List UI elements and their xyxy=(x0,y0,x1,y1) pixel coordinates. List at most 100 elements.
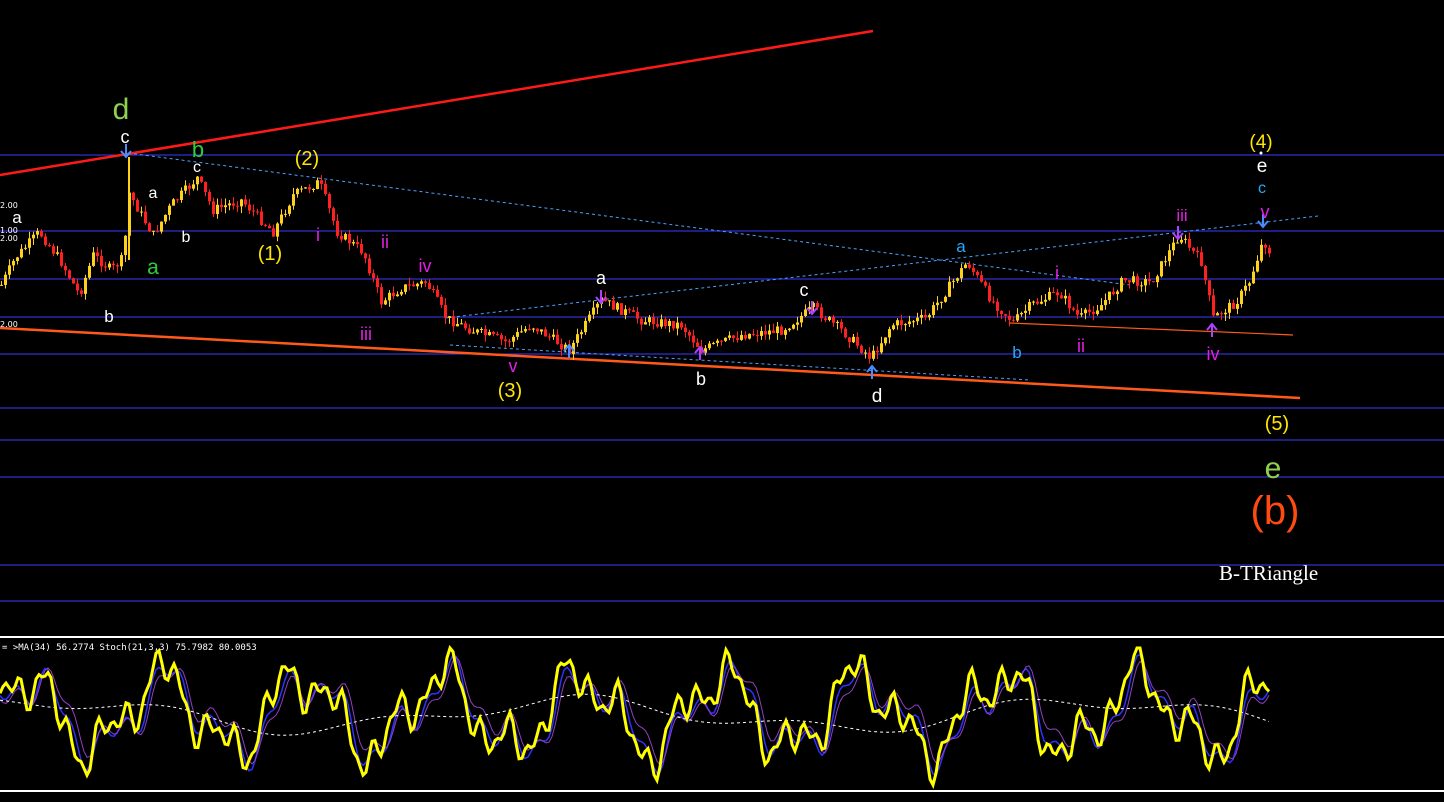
wave-label: d xyxy=(113,93,130,126)
candle-body xyxy=(1052,291,1055,293)
candle-body xyxy=(1208,280,1211,296)
wave-label: b xyxy=(104,307,113,326)
candle-body xyxy=(856,336,859,346)
candle-body xyxy=(372,273,375,279)
candle-body xyxy=(304,187,307,189)
wave-label: b xyxy=(696,369,706,389)
candle-body xyxy=(1164,261,1167,263)
candle-body xyxy=(696,342,699,347)
candle-body xyxy=(632,310,635,312)
candle-body xyxy=(368,258,371,274)
candle-body xyxy=(520,331,523,333)
candle-body xyxy=(300,188,303,190)
candle-body xyxy=(920,314,923,318)
candle-body xyxy=(612,300,615,310)
candle-body xyxy=(840,321,843,329)
candle-body xyxy=(1056,292,1059,296)
candle-body xyxy=(1244,285,1247,291)
candle-body xyxy=(1076,309,1079,315)
candle-body xyxy=(52,246,55,254)
candle-body xyxy=(480,328,483,330)
candle-body xyxy=(728,335,731,338)
pattern-title: B-TRiangle xyxy=(1219,561,1319,585)
candle-body xyxy=(104,266,107,268)
wave-label: iv xyxy=(1207,344,1220,364)
lower-trendline xyxy=(0,326,1301,400)
candle-body xyxy=(296,188,299,195)
wave-label: i xyxy=(1055,263,1059,283)
candle-body xyxy=(688,332,691,336)
wave-label: i xyxy=(316,225,320,245)
candle-body xyxy=(32,234,35,239)
candle-body xyxy=(424,281,427,283)
candle-body xyxy=(180,190,183,201)
price-tick: 2.00 xyxy=(0,234,18,243)
candle-body xyxy=(576,334,579,343)
candle-body xyxy=(1180,239,1183,243)
candle-body xyxy=(124,235,127,256)
candle-body xyxy=(152,230,155,232)
candle-body xyxy=(912,321,915,323)
candle-body xyxy=(336,220,339,236)
chart-window[interactable]: d c b a b a c a b (1) (2) i ii iii iv v (3) a b c d a b i ii iii i… xyxy=(0,0,1444,797)
candle-body xyxy=(276,223,279,237)
candle-body xyxy=(992,301,995,303)
candle-body xyxy=(772,330,775,334)
candle-body xyxy=(1088,309,1091,312)
candle-body xyxy=(1012,319,1015,321)
channel-line-dotted xyxy=(449,344,1031,381)
wave-label: e xyxy=(1265,452,1282,485)
candle-body xyxy=(76,283,79,291)
candle-body xyxy=(496,333,499,336)
candle-body xyxy=(20,248,23,258)
candle-body xyxy=(988,285,991,302)
candle-body xyxy=(776,326,779,334)
panel-separator[interactable] xyxy=(0,636,1444,638)
candle-body xyxy=(364,253,367,259)
candle-body xyxy=(560,344,563,350)
candle-body xyxy=(432,289,435,291)
candle-body xyxy=(404,284,407,292)
candle-body xyxy=(928,315,931,318)
candle-body xyxy=(332,208,335,221)
candle-body xyxy=(1136,276,1139,286)
candle-body xyxy=(1072,308,1075,310)
candle-body xyxy=(148,223,151,232)
candle-body xyxy=(736,338,739,340)
candle-body xyxy=(376,278,379,288)
candle-body xyxy=(360,243,363,254)
wave-label: a xyxy=(596,268,607,288)
candle-body xyxy=(844,328,847,338)
candle-body xyxy=(240,199,243,207)
price-chart[interactable]: dc babacab(1)(2)i iiiiiivv(3)abcdabiiiiiii… xyxy=(0,0,1444,797)
wave-labels: dc babacab(1)(2)i iiiiiivv(3)abcdabiiiiiii… xyxy=(12,93,1299,533)
candle-body xyxy=(900,320,903,326)
wave-label: ii xyxy=(381,232,389,252)
candle-body xyxy=(1008,315,1011,320)
candle-body xyxy=(436,289,439,297)
candle-body xyxy=(196,176,199,185)
candle-body xyxy=(836,321,839,323)
candle-body xyxy=(312,189,315,191)
candle-body xyxy=(1184,238,1187,240)
candle-body xyxy=(996,301,999,311)
candle-body xyxy=(644,322,647,325)
candle-body xyxy=(956,278,959,281)
wave-label: iv xyxy=(419,256,432,276)
candle-body xyxy=(344,234,347,240)
candle-body xyxy=(940,301,943,303)
candle-body xyxy=(200,176,203,182)
candle-body xyxy=(1084,309,1087,314)
candle-body xyxy=(412,284,415,287)
candle-body xyxy=(580,332,583,335)
candle-body xyxy=(252,210,255,212)
candle-body xyxy=(648,317,651,323)
grid-lines xyxy=(0,154,1444,602)
candle-body xyxy=(748,333,751,339)
candle-body xyxy=(740,335,743,340)
wave-label: (b) xyxy=(1251,489,1300,533)
candle-body xyxy=(280,214,283,224)
candle-body xyxy=(176,199,179,201)
candle-body xyxy=(292,194,295,206)
wave-label: c xyxy=(193,159,201,176)
